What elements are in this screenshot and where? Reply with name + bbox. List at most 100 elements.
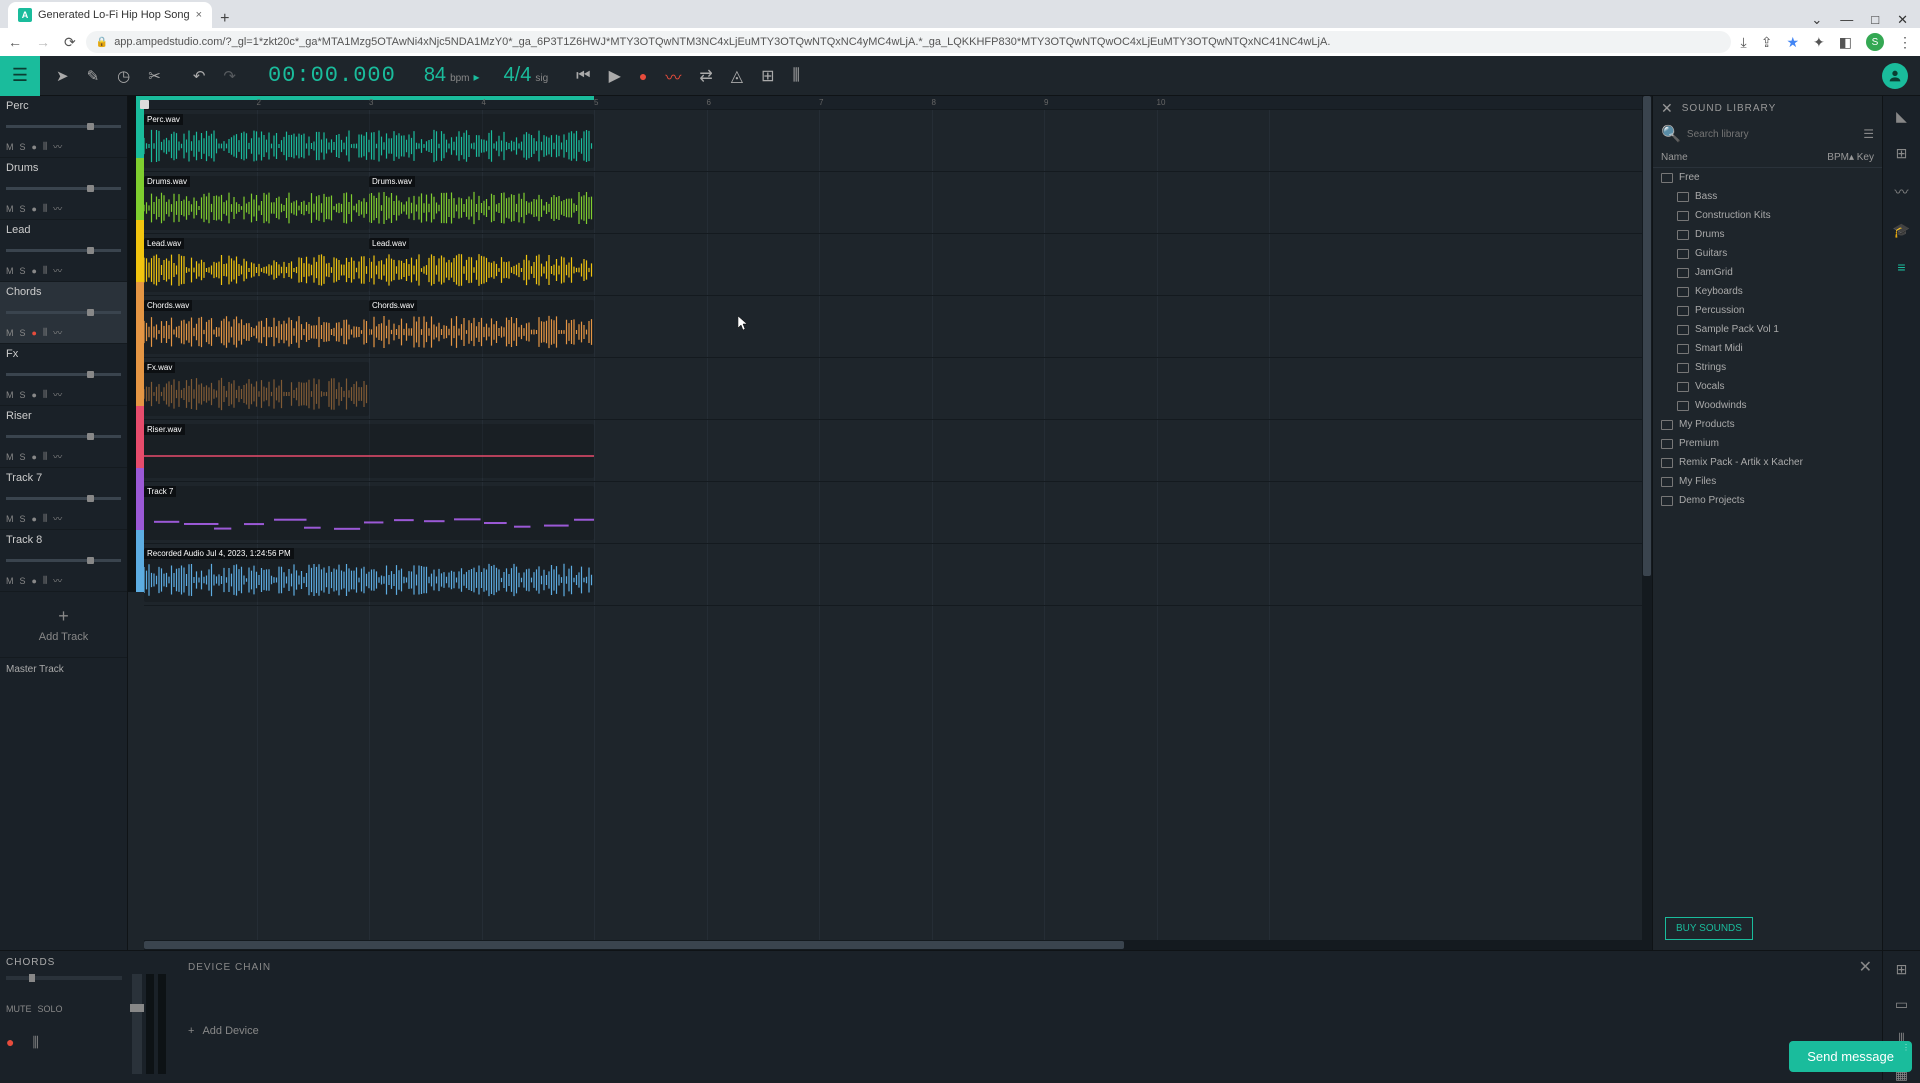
track-lane[interactable]: Riser.wav <box>144 420 1642 482</box>
forward-icon[interactable]: → <box>36 34 50 51</box>
new-tab-button[interactable]: + <box>212 10 237 28</box>
scrollbar-thumb[interactable] <box>1643 96 1651 576</box>
solo-button[interactable]: S <box>20 328 26 338</box>
audio-clip[interactable]: Chords.wav <box>144 300 369 354</box>
track-lane[interactable]: Drums.wavDrums.wav <box>144 172 1642 234</box>
track-lane[interactable]: Recorded Audio Jul 4, 2023, 1:24:56 PM <box>144 544 1642 606</box>
track-automation-icon[interactable]: 〰 <box>53 202 62 215</box>
library-folder[interactable]: My Files <box>1653 472 1882 491</box>
menu-icon[interactable]: ⋮ <box>1898 34 1912 51</box>
solo-button[interactable]: S <box>20 204 26 214</box>
solo-button[interactable]: S <box>20 390 26 400</box>
device-solo-button[interactable]: SOLO <box>38 1004 63 1014</box>
extensions-icon[interactable]: ✦ <box>1813 34 1825 51</box>
back-icon[interactable]: ← <box>8 34 22 51</box>
library-folder[interactable]: Guitars <box>1653 244 1882 263</box>
redo-icon[interactable]: ↷ <box>223 67 236 85</box>
track-volume-slider[interactable] <box>6 497 121 500</box>
scrollbar-thumb[interactable] <box>144 941 1124 949</box>
hamburger-menu-button[interactable]: ☰ <box>0 56 40 96</box>
mute-button[interactable]: M <box>6 204 14 214</box>
time-signature-display[interactable]: 4/4 sig <box>492 64 561 87</box>
add-device-button[interactable]: + Add Device <box>188 1025 1839 1037</box>
audio-clip[interactable]: Fx.wav <box>144 362 369 416</box>
track-automation-icon[interactable]: 〰 <box>53 574 62 587</box>
device-record-icon[interactable]: ● <box>6 1034 14 1051</box>
layout-icon[interactable]: ⊞ <box>1896 961 1908 978</box>
loop-icon[interactable]: ⇄ <box>699 66 712 86</box>
audio-clip[interactable]: Riser.wav <box>144 424 594 478</box>
track-eq-icon[interactable]: ⫼ <box>43 141 47 152</box>
track-automation-icon[interactable]: 〰 <box>53 388 62 401</box>
marker-icon[interactable]: ◣ <box>1896 108 1907 125</box>
track-header[interactable]: Track 8 M S ● ⫼ 〰 <box>0 530 127 592</box>
library-folder[interactable]: My Products <box>1653 415 1882 434</box>
arm-record-icon[interactable]: ● <box>32 204 37 214</box>
solo-button[interactable]: S <box>20 452 26 462</box>
solo-button[interactable]: S <box>20 266 26 276</box>
track-header[interactable]: Track 7 M S ● ⫼ 〰 <box>0 468 127 530</box>
send-message-button[interactable]: Send message ⋮ <box>1789 1041 1912 1072</box>
snap-icon[interactable]: ⊞ <box>761 66 774 86</box>
track-header[interactable]: Fx M S ● ⫼ 〰 <box>0 344 127 406</box>
reload-icon[interactable]: ⟳ <box>64 34 76 51</box>
device-eq-icon[interactable]: ⫼ <box>32 1034 38 1051</box>
track-eq-icon[interactable]: ⫼ <box>43 513 47 524</box>
browser-tab[interactable]: A Generated Lo-Fi Hip Hop Song × <box>8 2 212 28</box>
library-folder[interactable]: Keyboards <box>1653 282 1882 301</box>
audio-clip[interactable]: Lead.wav <box>144 238 369 292</box>
track-lane[interactable]: Chords.wavChords.wav <box>144 296 1642 358</box>
maximize-icon[interactable]: □ <box>1871 12 1879 28</box>
library-folder[interactable]: JamGrid <box>1653 263 1882 282</box>
pencil-tool-icon[interactable]: ✎ <box>87 67 100 85</box>
close-window-icon[interactable]: ✕ <box>1897 12 1908 28</box>
track-header[interactable]: Perc M S ● ⫼ 〰 <box>0 96 127 158</box>
mute-button[interactable]: M <box>6 576 14 586</box>
panel-icon[interactable]: ▭ <box>1895 996 1908 1013</box>
column-name[interactable]: Name <box>1661 152 1827 163</box>
chevron-down-icon[interactable]: ⌄ <box>1811 12 1822 28</box>
arm-record-icon[interactable]: ● <box>32 328 37 338</box>
arm-record-icon[interactable]: ● <box>32 266 37 276</box>
audio-clip[interactable]: Recorded Audio Jul 4, 2023, 1:24:56 PM <box>144 548 594 602</box>
close-library-icon[interactable]: ✕ <box>1661 100 1674 117</box>
bpm-arrows-icon[interactable]: ▸ <box>474 70 480 84</box>
library-folder[interactable]: Sample Pack Vol 1 <box>1653 320 1882 339</box>
user-avatar[interactable] <box>1882 63 1908 89</box>
rewind-icon[interactable]: ⏮ <box>576 67 590 85</box>
track-automation-icon[interactable]: 〰 <box>53 140 62 153</box>
arm-record-icon[interactable]: ● <box>32 452 37 462</box>
master-track-header[interactable]: Master Track <box>0 657 127 681</box>
filter-icon[interactable]: ☰ <box>1863 127 1874 141</box>
track-volume-slider[interactable] <box>6 435 121 438</box>
track-eq-icon[interactable]: ⫼ <box>43 451 47 462</box>
library-folder[interactable]: Demo Projects <box>1653 491 1882 510</box>
undo-icon[interactable]: ↶ <box>193 67 206 85</box>
tab-close-icon[interactable]: × <box>196 9 202 21</box>
mute-button[interactable]: M <box>6 390 14 400</box>
arm-record-icon[interactable]: ● <box>32 576 37 586</box>
library-folder[interactable]: Construction Kits <box>1653 206 1882 225</box>
track-volume-slider[interactable] <box>6 373 121 376</box>
library-folder[interactable]: Strings <box>1653 358 1882 377</box>
column-key[interactable]: Key <box>1857 152 1874 163</box>
arm-record-icon[interactable]: ● <box>32 142 37 152</box>
solo-button[interactable]: S <box>20 576 26 586</box>
track-volume-slider[interactable] <box>6 187 121 190</box>
solo-button[interactable]: S <box>20 142 26 152</box>
bpm-display[interactable]: 84 bpm ▸ <box>412 64 492 87</box>
pointer-tool-icon[interactable]: ➤ <box>56 67 69 85</box>
timer-tool-icon[interactable]: ◷ <box>117 67 130 85</box>
track-volume-slider[interactable] <box>6 249 121 252</box>
library-folder[interactable]: Woodwinds <box>1653 396 1882 415</box>
time-display[interactable]: 00:00.000 <box>252 63 412 88</box>
audio-clip[interactable]: Perc.wav <box>144 114 594 168</box>
track-volume-slider[interactable] <box>6 125 121 128</box>
library-folder[interactable]: Premium <box>1653 434 1882 453</box>
track-automation-icon[interactable]: 〰 <box>53 326 62 339</box>
install-icon[interactable]: ⤓ <box>1741 34 1747 51</box>
share-icon[interactable]: ⇪ <box>1761 34 1773 51</box>
track-automation-icon[interactable]: 〰 <box>53 450 62 463</box>
url-input[interactable]: 🔒 app.ampedstudio.com/?_gl=1*zkt20c*_ga*… <box>86 31 1731 53</box>
mute-button[interactable]: M <box>6 266 14 276</box>
